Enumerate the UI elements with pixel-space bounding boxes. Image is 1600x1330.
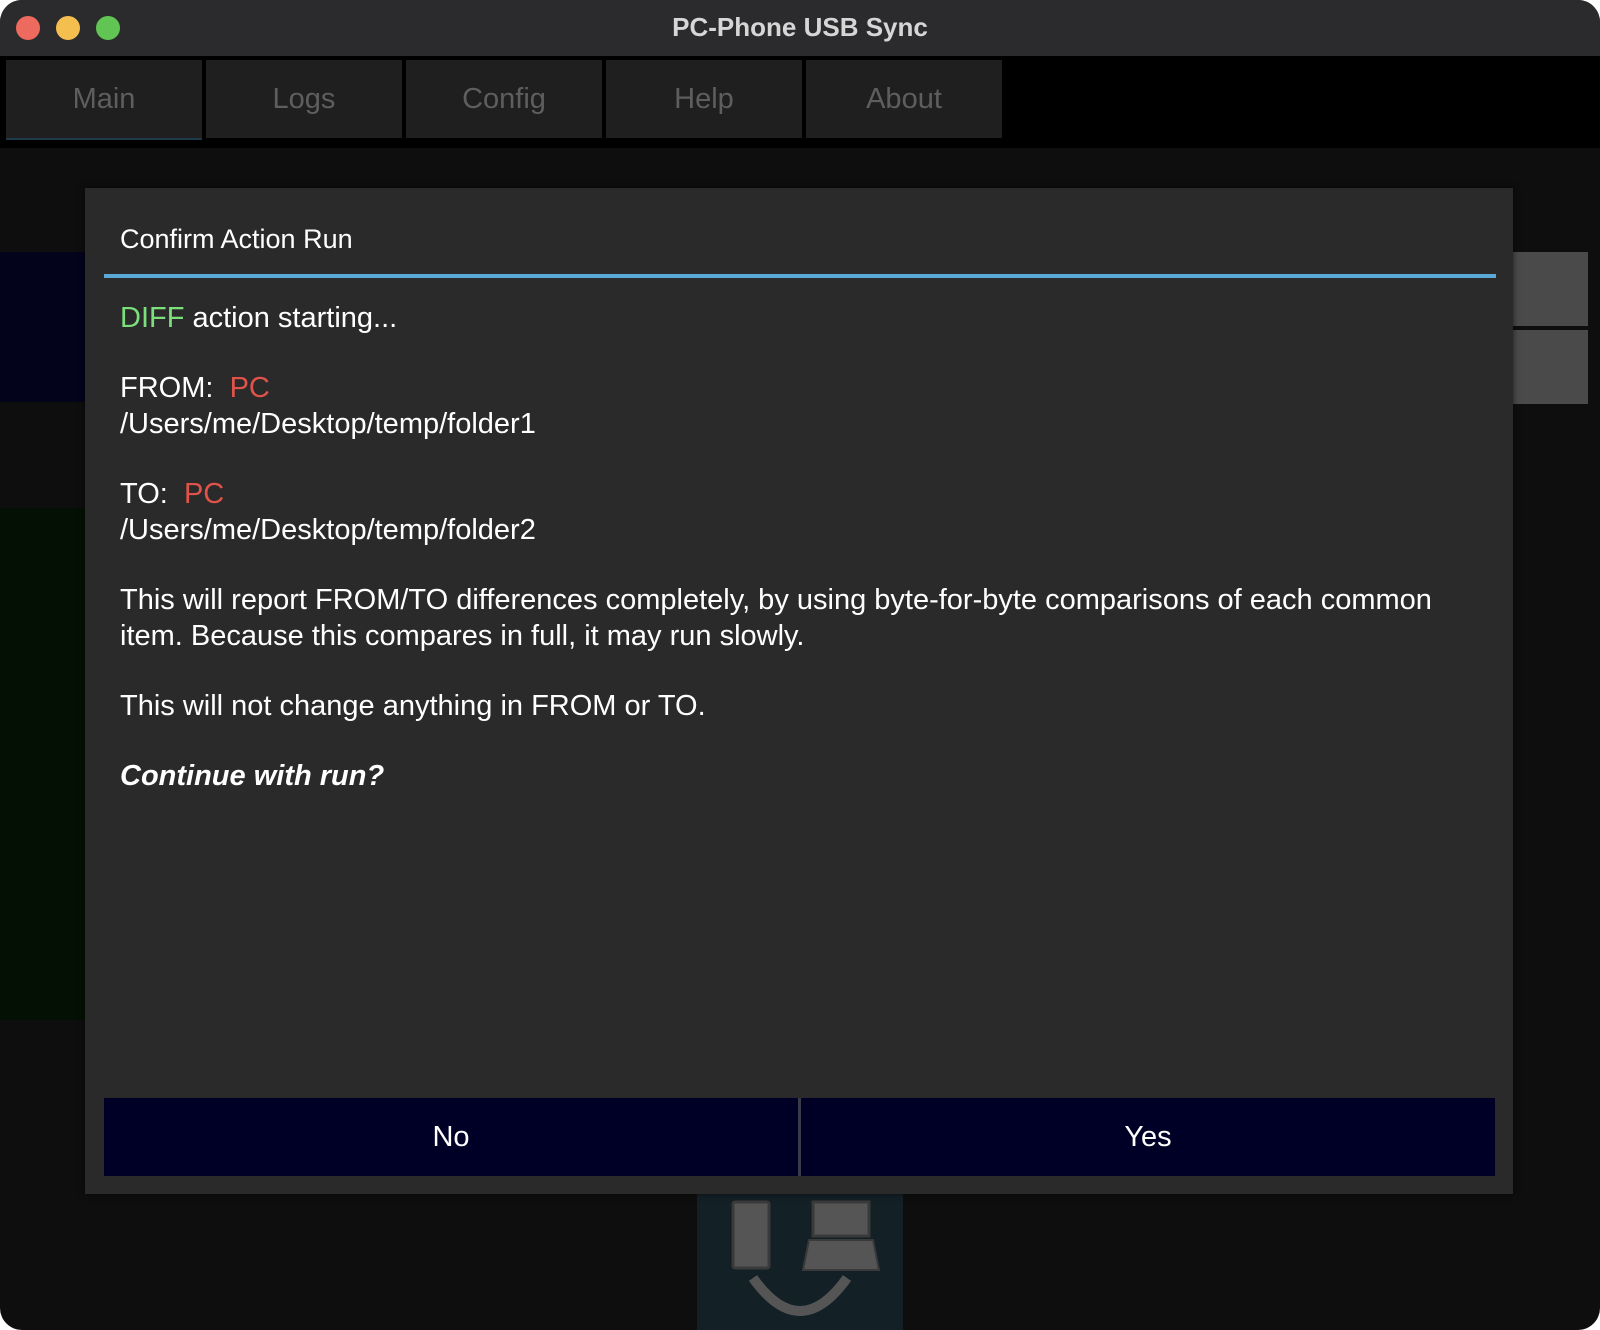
to-device: PC — [183, 478, 225, 510]
from-label: FROM: — [120, 372, 214, 404]
to-section: TO: PC /Users/me/Desktop/temp/folder2 — [120, 476, 1480, 548]
background-button — [1513, 252, 1588, 326]
tab-help[interactable]: Help — [606, 60, 802, 138]
confirm-dialog: Confirm Action Run DIFF action starting.… — [85, 188, 1513, 1194]
dialog-body: DIFF action starting... FROM: PC /Users/… — [120, 300, 1480, 828]
app-window: PC-Phone USB Sync Main Logs Config Help … — [0, 0, 1600, 1330]
dialog-title: Confirm Action Run — [120, 224, 353, 254]
yes-button[interactable]: Yes — [801, 1098, 1495, 1176]
usb-sync-logo — [697, 1194, 903, 1330]
action-suffix: action starting... — [184, 302, 398, 334]
tab-config[interactable]: Config — [406, 60, 602, 138]
to-label: TO: — [120, 478, 168, 510]
tab-about[interactable]: About — [806, 60, 1002, 138]
background-button — [1513, 330, 1588, 404]
from-device: PC — [229, 372, 270, 404]
from-path: /Users/me/Desktop/temp/folder1 — [120, 408, 536, 440]
tab-main[interactable]: Main — [6, 60, 202, 140]
tab-bar: Main Logs Config Help About — [0, 56, 1600, 148]
title-bar: PC-Phone USB Sync — [0, 0, 1600, 57]
to-path: /Users/me/Desktop/temp/folder2 — [120, 514, 536, 546]
window-title: PC-Phone USB Sync — [672, 12, 928, 42]
dialog-divider — [104, 274, 1496, 278]
description-text: This will report FROM/TO differences com… — [120, 584, 1432, 652]
background-panel — [0, 252, 85, 402]
question-text: Continue with run? — [120, 760, 385, 792]
tab-logs[interactable]: Logs — [206, 60, 402, 138]
note-text: This will not change anything in FROM or… — [120, 690, 706, 722]
no-button[interactable]: No — [104, 1098, 798, 1176]
action-line: DIFF action starting... — [120, 300, 1480, 336]
from-section: FROM: PC /Users/me/Desktop/temp/folder1 — [120, 370, 1480, 442]
background-panel — [0, 508, 85, 1020]
action-name: DIFF — [120, 302, 185, 334]
